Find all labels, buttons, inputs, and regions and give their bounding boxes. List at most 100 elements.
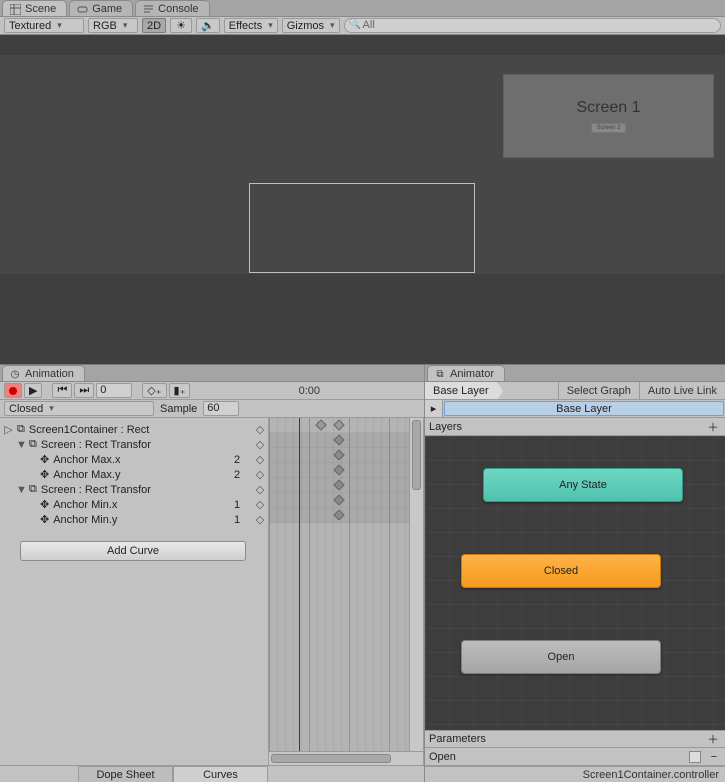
playhead[interactable] [299,418,300,765]
scene-icon [9,3,21,15]
add-keyframe-button[interactable]: ◇₊ [142,383,166,398]
active-layer[interactable]: Base Layer [444,401,724,416]
viewport-letterbox-bottom [0,274,725,364]
breadcrumb[interactable]: Base Layer [425,382,498,399]
tab-console[interactable]: Console [135,0,209,16]
parameters-header: Parameters ＋ [425,730,725,748]
toggle-lighting-button[interactable]: ☀ [170,18,192,33]
add-curve-button[interactable]: Add Curve [20,541,246,561]
viewport-letterbox-top [0,35,725,55]
scene-search-input[interactable]: All [344,18,721,33]
keyframe-toggle[interactable]: ◇ [254,453,266,466]
node-closed[interactable]: Closed [461,554,661,588]
layer-header: ▸ Base Layer [425,400,725,418]
layers-section: Layers ＋ [425,418,725,436]
auto-live-link-button[interactable]: Auto Live Link [639,382,725,399]
select-graph-button[interactable]: Select Graph [558,382,639,399]
console-icon [142,3,154,15]
auto-live-link-label: Auto Live Link [648,385,717,397]
scroll-thumb[interactable] [271,754,391,763]
keyframe-toggle[interactable]: ◇ [254,438,266,451]
dope-sheet-button[interactable]: Dope Sheet [78,766,173,782]
keyframe-toggle[interactable]: ◇ [254,468,266,481]
animation-timeline[interactable] [269,418,424,765]
animator-graph[interactable]: Any State Closed Open [425,436,725,730]
prop-label: Anchor Max.y [53,469,230,481]
scene-search-wrap: All [344,18,721,33]
prop-row-anchor-min-x[interactable]: ✥ Anchor Min.x 1 ◇ [0,497,266,512]
anchor-icon: ✥ [40,468,49,481]
canvas-outline [249,183,475,273]
keyframe-toggle[interactable]: ◇ [254,423,266,436]
play-button[interactable]: ▶ [24,383,42,398]
disclosure-icon[interactable]: ▼ [16,484,25,496]
add-parameter-button[interactable]: ＋ [705,731,721,747]
parameter-checkbox[interactable] [689,751,701,763]
scroll-thumb[interactable] [412,420,421,490]
effects-dropdown[interactable]: Effects [224,18,278,33]
frame-field[interactable]: 0 [96,383,132,398]
parameter-name: Open [429,751,683,763]
prev-key-button[interactable]: ⏮ [52,383,72,398]
property-list: ▷ ⧉ Screen1Container : Rect ◇ ▼ ⧉ Screen… [0,418,269,765]
tab-game[interactable]: Game [69,0,133,16]
keyframe-toggle[interactable]: ◇ [254,483,266,496]
prop-label: Anchor Min.y [53,514,230,526]
tab-scene[interactable]: Scene [2,0,67,16]
tab-scene-label: Scene [25,3,56,15]
prop-root-label: Screen1Container : Rect [29,424,250,436]
game-icon [76,3,88,15]
prop-row-root[interactable]: ▷ ⧉ Screen1Container : Rect ◇ [0,422,266,437]
record-icon [9,387,17,395]
dope-sheet-label: Dope Sheet [96,769,154,781]
play-icon: ▸ [431,402,437,415]
clip-dropdown[interactable]: Closed [4,401,154,416]
breadcrumb-label: Base Layer [433,385,489,397]
timeline-vscroll[interactable] [409,418,423,751]
prop-row-anchor-max-x[interactable]: ✥ Anchor Max.x 2 ◇ [0,452,266,467]
prop-row-transform-min[interactable]: ▼ ⧉ Screen : Rect Transfor ◇ [0,482,266,497]
scene-viewport[interactable]: Screen 1 Screen 2 [0,35,725,365]
next-key-button[interactable]: ⏭ [74,383,94,398]
gizmos-dropdown[interactable]: Gizmos [282,18,340,33]
node-label: Closed [544,565,578,577]
animator-breadcrumb-bar: Base Layer Select Graph Auto Live Link [425,382,725,400]
ui-screen-button[interactable]: Screen 2 [591,123,625,133]
render-mode-dropdown[interactable]: RGB [88,18,138,33]
tab-animator[interactable]: ⧉ Animator [427,365,505,381]
play-icon: ▶ [29,384,37,397]
parameter-row[interactable]: Open − [425,748,725,766]
node-open[interactable]: Open [461,640,661,674]
disclosure-icon[interactable]: ▷ [4,423,13,436]
tab-console-label: Console [158,3,198,15]
toggle-audio-button[interactable]: 🔈 [196,18,220,33]
add-layer-button[interactable]: ＋ [705,419,721,435]
prop-row-anchor-min-y[interactable]: ✥ Anchor Min.y 1 ◇ [0,512,266,527]
animation-footer: Dope Sheet Curves [0,765,424,782]
animator-icon: ⧉ [434,368,446,380]
tab-animation[interactable]: ◷ Animation [2,365,85,381]
prop-row-anchor-max-y[interactable]: ✥ Anchor Max.y 2 ◇ [0,467,266,482]
remove-parameter-button[interactable]: − [707,751,721,763]
prop-row-transform-max[interactable]: ▼ ⧉ Screen : Rect Transfor ◇ [0,437,266,452]
ui-screen-card[interactable]: Screen 1 Screen 2 [503,74,714,158]
keyframe-toggle[interactable]: ◇ [254,513,266,526]
clock-icon: ◷ [9,368,21,380]
keyframe-toggle[interactable]: ◇ [254,498,266,511]
tab-animator-label: Animator [450,368,494,380]
record-button[interactable] [4,383,22,398]
animation-toolbar: ▶ ⏮ ⏭ 0 ◇₊ ▮₊ 0:00 [0,382,424,400]
shading-mode-dropdown[interactable]: Textured [4,18,84,33]
node-any-state[interactable]: Any State [483,468,683,502]
add-event-button[interactable]: ▮₊ [169,383,191,398]
sample-field[interactable]: 60 [203,401,239,416]
animator-tab-strip: ⧉ Animator [425,365,725,382]
layers-label: Layers [429,421,705,433]
timeline-hscroll[interactable] [269,751,423,765]
next-key-icon: ⏭ [79,384,89,397]
toggle-2d-button[interactable]: 2D [142,18,166,33]
curves-button[interactable]: Curves [173,766,268,782]
parameters-label: Parameters [429,733,705,745]
disclosure-icon[interactable]: ▼ [16,439,25,451]
layer-play-button[interactable]: ▸ [425,400,443,417]
